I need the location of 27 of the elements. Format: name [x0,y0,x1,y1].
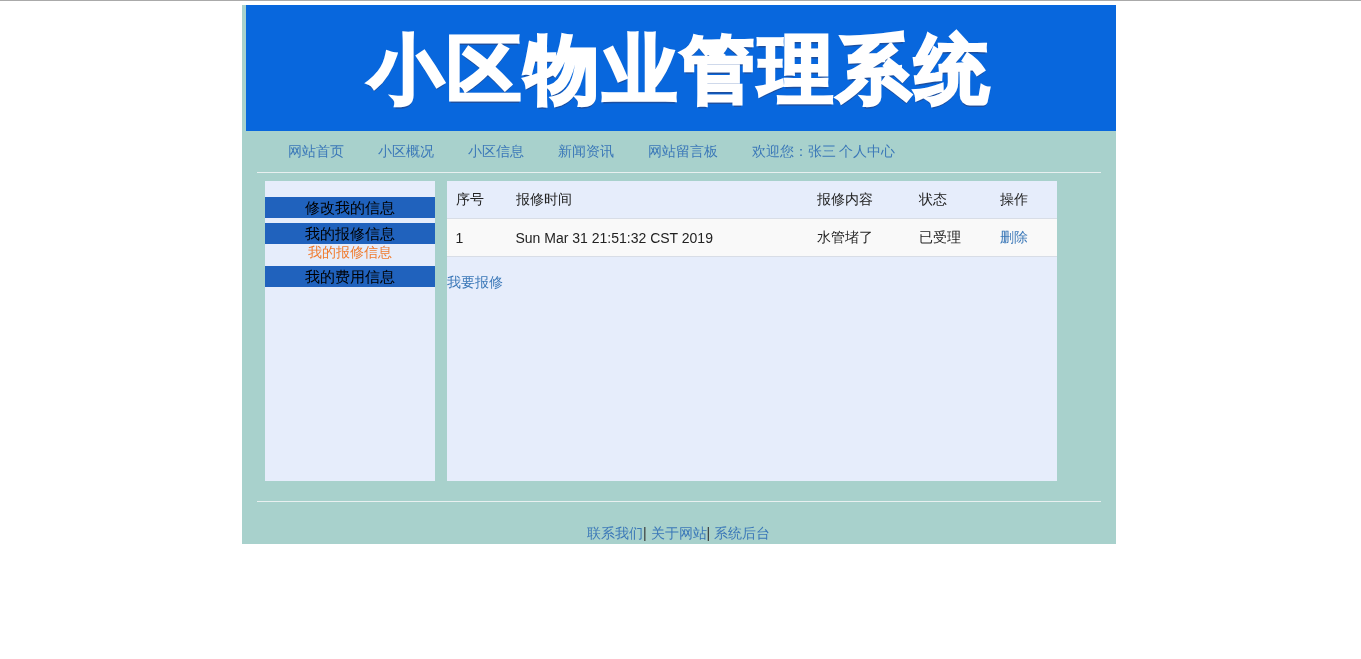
banner-title: 小区物业管理系统 [245,5,1116,131]
sidebar-heading[interactable]: 修改我的信息 [264,197,435,218]
nav-link[interactable]: 欢迎您：张三 个人中心 [736,142,896,161]
column-header: 报修内容 [807,181,910,219]
footer-link[interactable]: 联系我们 [586,525,643,541]
table-cell: 1 [446,218,507,257]
nav-link[interactable]: 小区信息 [452,142,524,161]
nav-link[interactable]: 新闻资讯 [542,142,614,161]
separator: | [706,525,711,541]
table-cell: 水管堵了 [807,218,910,257]
delete-link[interactable]: 删除 [999,228,1028,245]
footer-link[interactable]: 系统后台 [714,525,771,541]
add-repair-link[interactable]: 我要报修 [446,274,503,292]
column-header: 序号 [446,181,507,219]
sidebar-heading[interactable]: 我的报修信息 [264,223,435,244]
column-header: 状态 [909,181,991,219]
footer-link[interactable]: 关于网站 [650,525,707,541]
separator: | [642,525,647,541]
sidebar-heading[interactable]: 我的费用信息 [264,266,435,287]
column-header: 操作 [990,181,1057,219]
column-header: 报修时间 [506,181,808,219]
nav-link[interactable]: 小区概况 [362,142,434,161]
table-cell: 已受理 [909,218,991,257]
table-cell: Sun Mar 31 21:51:32 CST 2019 [506,218,808,257]
sidebar-link[interactable]: 我的报修信息 [264,244,435,260]
nav-link[interactable]: 网站留言板 [632,142,718,161]
nav-link[interactable]: 网站首页 [272,142,344,161]
